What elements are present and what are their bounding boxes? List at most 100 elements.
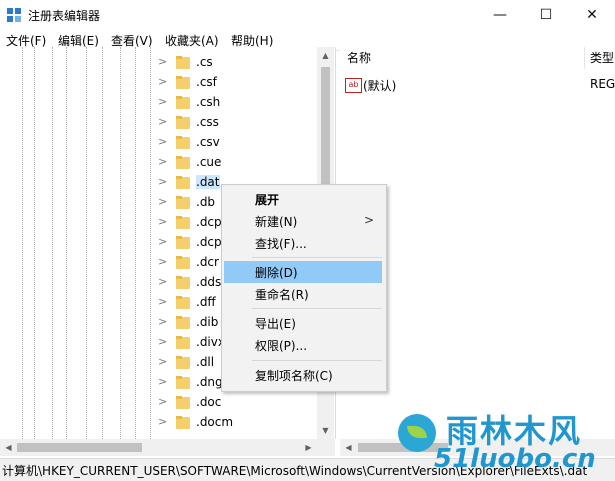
menu-item-rename[interactable]: 重命名(R)	[224, 283, 382, 305]
menu-separator	[252, 257, 382, 258]
menu-item-expand[interactable]: 展开	[224, 188, 382, 210]
folder-icon	[176, 336, 190, 349]
watermark-url: 51luobo.cn	[434, 444, 596, 474]
menu-item-label: 重命名(R)	[255, 288, 309, 302]
menu-item-copy-key-name[interactable]: 复制项名称(C)	[224, 364, 382, 386]
tree-item-label: .docm	[196, 415, 234, 429]
watermark: 雨林木风 51luobo.cn	[398, 408, 604, 474]
menu-item-label: 查找(F)...	[255, 237, 307, 251]
context-menu: 展开 新建(N) > 查找(F)... 删除(D) 重命名(R) 导出(E) 权限…	[221, 184, 387, 392]
menu-item-permissions[interactable]: 权限(P)...	[224, 334, 382, 356]
menu-item-label: 权限(P)...	[255, 339, 308, 353]
tree-item[interactable]: > .csf	[0, 72, 315, 92]
chevron-right-icon[interactable]: >	[158, 195, 168, 209]
folder-icon	[176, 316, 190, 329]
tree-item[interactable]: > .csh	[0, 92, 315, 112]
chevron-right-icon[interactable]: >	[158, 375, 168, 389]
title-bar: 注册表编辑器 — ☐ ✕	[0, 0, 615, 30]
tree-item[interactable]: > .cs	[0, 52, 315, 72]
minimize-button[interactable]: —	[477, 0, 523, 30]
scroll-up-arrow-icon[interactable]: ▲	[317, 47, 334, 64]
menu-separator	[252, 308, 382, 309]
tree-item-label: .cs	[196, 55, 213, 69]
tree-item-label: .db	[196, 195, 216, 209]
folder-icon	[176, 96, 190, 109]
menu-separator	[252, 360, 382, 361]
folder-icon	[176, 376, 190, 389]
column-divider[interactable]	[584, 47, 585, 69]
close-button[interactable]: ✕	[569, 0, 615, 30]
tree-item-label: .csv	[196, 135, 220, 149]
chevron-right-icon[interactable]: >	[158, 75, 168, 89]
tree-item-label: .dib	[196, 315, 219, 329]
regedit-app-icon	[7, 8, 21, 22]
tree-item[interactable]: > .docm	[0, 412, 315, 432]
chevron-right-icon[interactable]: >	[158, 115, 168, 129]
chevron-right-icon[interactable]: >	[158, 355, 168, 369]
submenu-arrow-icon: >	[363, 213, 374, 227]
tree-item[interactable]: > .csv	[0, 132, 315, 152]
tree-item-label: .csh	[196, 95, 221, 109]
tree-item-label: .cue	[196, 155, 222, 169]
tree-item-label: .dff	[196, 295, 216, 309]
folder-icon	[176, 196, 190, 209]
folder-icon	[176, 176, 190, 189]
chevron-right-icon[interactable]: >	[158, 135, 168, 149]
watermark-logo-icon	[398, 414, 436, 452]
tree-item-label: .dds	[196, 275, 222, 289]
tree-item[interactable]: > .cue	[0, 152, 315, 172]
menu-item-label: 新建(N)	[255, 215, 298, 229]
folder-icon	[176, 216, 190, 229]
folder-icon	[176, 76, 190, 89]
tree-item-label: .css	[196, 115, 219, 129]
folder-icon	[176, 416, 190, 429]
tree-item[interactable]: > .css	[0, 112, 315, 132]
menu-item-delete[interactable]: 删除(D)	[224, 261, 382, 283]
menu-item-label: 展开	[255, 193, 280, 207]
chevron-right-icon[interactable]: >	[158, 255, 168, 269]
chevron-right-icon[interactable]: >	[158, 415, 168, 429]
chevron-right-icon[interactable]: >	[158, 335, 168, 349]
scrollbar-thumb[interactable]	[17, 443, 142, 452]
folder-icon	[176, 256, 190, 269]
window-title: 注册表编辑器	[28, 9, 101, 23]
chevron-right-icon[interactable]: >	[158, 235, 168, 249]
string-value-icon: ab	[345, 78, 362, 93]
chevron-right-icon[interactable]: >	[158, 155, 168, 169]
folder-icon	[176, 116, 190, 129]
tree-item-label: .dng	[196, 375, 223, 389]
column-header-type[interactable]: 类型	[590, 47, 614, 69]
value-name: (默认)	[363, 79, 397, 93]
menu-item-new[interactable]: 新建(N) >	[224, 210, 382, 232]
menu-item-export[interactable]: 导出(E)	[224, 312, 382, 334]
tree-item[interactable]: > .doc	[0, 392, 315, 412]
chevron-right-icon[interactable]: >	[158, 395, 168, 409]
menu-item-find[interactable]: 查找(F)...	[224, 232, 382, 254]
scroll-right-arrow-icon[interactable]: ▶	[300, 439, 317, 456]
scroll-left-arrow-icon[interactable]: ◀	[0, 439, 17, 456]
maximize-button[interactable]: ☐	[523, 0, 569, 30]
tree-item-label: .dcr	[196, 255, 219, 269]
chevron-right-icon[interactable]: >	[158, 175, 168, 189]
value-row[interactable]: ab (默认) REG	[340, 77, 615, 95]
folder-icon	[176, 136, 190, 149]
chevron-right-icon[interactable]: >	[158, 55, 168, 69]
tree-item-label: .csf	[196, 75, 217, 89]
chevron-right-icon[interactable]: >	[158, 295, 168, 309]
scroll-down-arrow-icon[interactable]: ▼	[317, 422, 334, 439]
scroll-left-arrow-icon[interactable]: ◀	[340, 439, 357, 456]
tree-item-label: .dcp	[196, 235, 222, 249]
chevron-right-icon[interactable]: >	[158, 95, 168, 109]
folder-icon	[176, 56, 190, 69]
folder-icon	[176, 396, 190, 409]
folder-icon	[176, 236, 190, 249]
chevron-right-icon[interactable]: >	[158, 215, 168, 229]
menu-item-label: 导出(E)	[255, 317, 296, 331]
tree-item-label: .dat	[196, 175, 220, 189]
tree-horizontal-scrollbar[interactable]: ◀ ▶	[0, 439, 335, 456]
column-header-name[interactable]: 名称	[347, 47, 371, 69]
chevron-right-icon[interactable]: >	[158, 315, 168, 329]
folder-icon	[176, 276, 190, 289]
tree-item-label: .doc	[196, 395, 222, 409]
chevron-right-icon[interactable]: >	[158, 275, 168, 289]
